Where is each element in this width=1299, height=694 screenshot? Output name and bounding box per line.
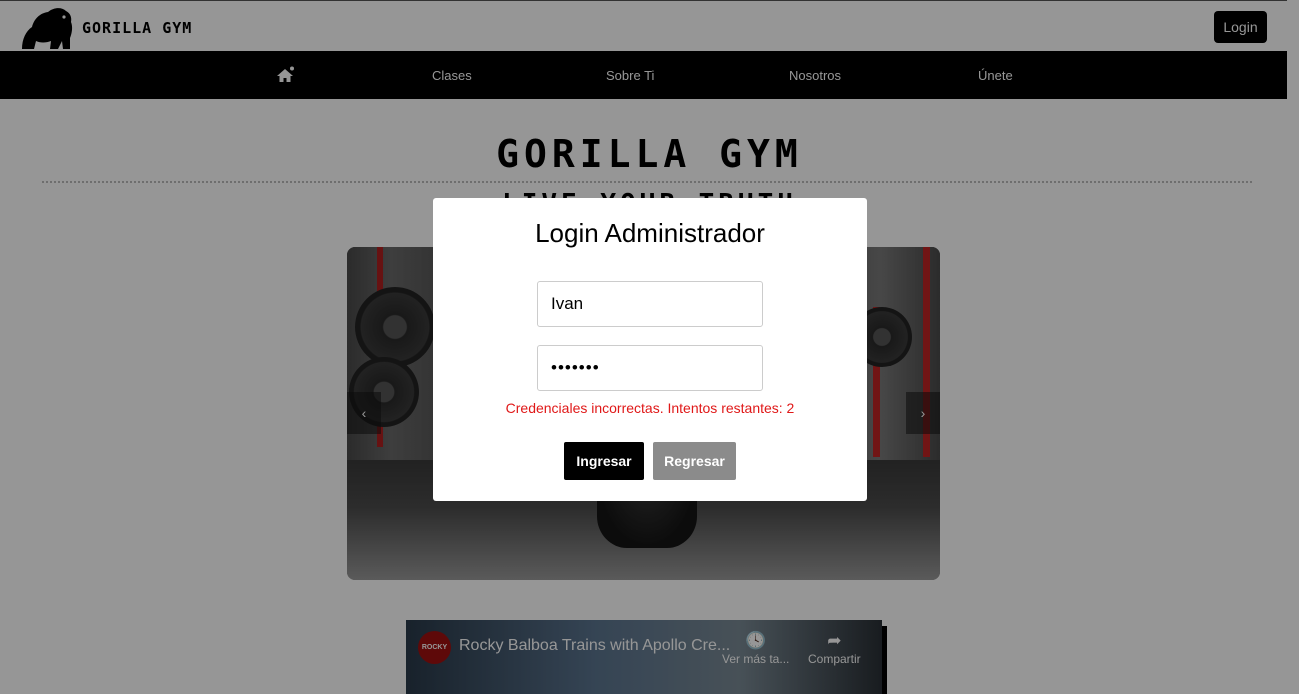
ingresar-button[interactable]: Ingresar: [564, 442, 644, 480]
modal-title: Login Administrador: [535, 218, 765, 248]
regresar-button[interactable]: Regresar: [653, 442, 736, 480]
password-input[interactable]: [537, 345, 763, 391]
username-input[interactable]: [537, 281, 763, 327]
page: GORILLA GYM Login Clases Sobre Ti Nosotr…: [0, 0, 1299, 694]
login-modal: Login Administrador Credenciales incorre…: [433, 198, 867, 501]
error-message: Credenciales incorrectas. Intentos resta…: [505, 400, 795, 416]
